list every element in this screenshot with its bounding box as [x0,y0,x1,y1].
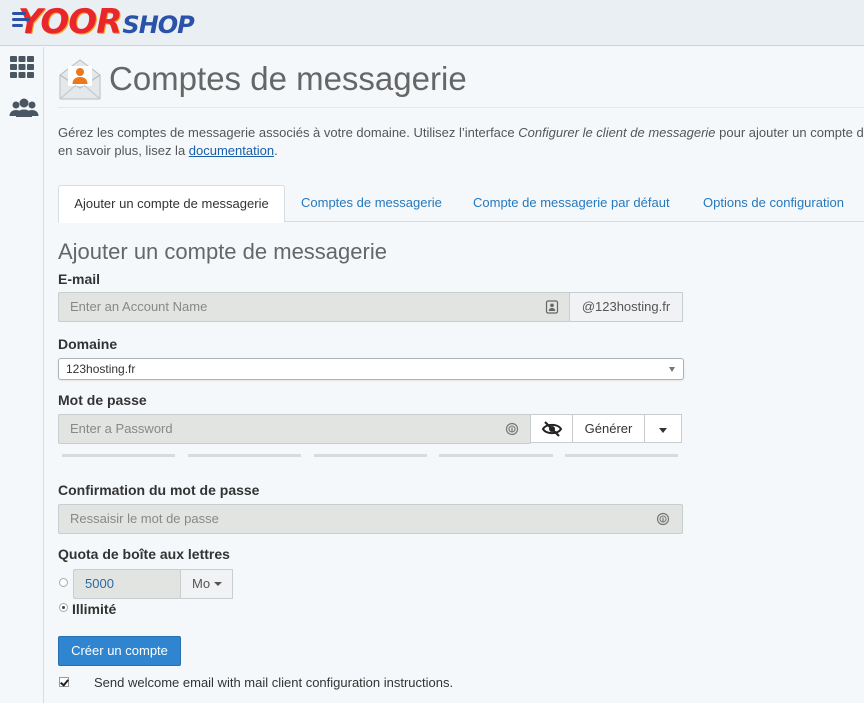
sidebar [0,47,44,703]
tab-add-email-account[interactable]: Ajouter un compte de messagerie [58,185,285,223]
chevron-down-icon [669,367,675,372]
quota-unlimited-radio[interactable] [59,603,68,612]
strength-segment [439,454,553,457]
documentation-link[interactable]: documentation [189,143,274,158]
domain-select[interactable]: 123hosting.fr [58,358,684,380]
welcome-email-label: Send welcome email with mail client conf… [94,675,454,690]
caret-down-icon [214,582,222,586]
eye-slash-icon [541,421,562,437]
email-input[interactable]: Enter an Account Name [58,292,570,322]
strength-segment [565,454,678,457]
tab-configuration-options[interactable]: Options de configuration [703,185,844,222]
intro-text: Gérez les comptes de messagerie associés… [58,125,519,140]
section-title: Ajouter un compte de messagerie [58,239,387,264]
caret-down-icon [659,428,667,433]
email-label: E-mail [58,271,101,287]
title-divider [58,107,864,108]
strength-segment [62,454,175,457]
create-account-button[interactable]: Créer un compte [58,636,181,666]
strength-segment [314,454,427,457]
envelope-user-icon [58,57,102,101]
page-title: Comptes de messagerie [109,60,467,97]
top-bar: YOOR SHOP [0,0,864,46]
tab-bar: Ajouter un compte de messagerie Comptes … [58,185,864,223]
logo-primary-text: YOOR [18,2,122,42]
logo-secondary-text: SHOP [122,11,194,39]
quota-unlimited-label: Illimité [72,601,117,617]
intro-text-end: pour ajouter un compte de [715,125,864,140]
grid-icon[interactable] [8,55,38,83]
strength-segment [188,454,301,457]
confirm-password-label: Confirmation du mot de passe [58,482,260,498]
domain-select-value: 123hosting.fr [66,362,136,376]
toggle-password-visibility-button[interactable] [530,414,573,443]
contact-card-icon [545,300,559,314]
password-input[interactable]: Enter a Password [58,414,531,444]
email-domain-suffix: @123hosting.fr [569,292,683,322]
users-icon[interactable] [8,97,39,125]
intro-text-second-line: en savoir plus, lisez la [58,143,189,158]
generate-options-dropdown[interactable] [644,414,682,443]
page-header: Comptes de messagerie [58,55,864,103]
tab-default-email-account[interactable]: Compte de messagerie par défaut [473,185,670,222]
generate-password-button[interactable]: Générer [572,414,645,443]
confirm-password-input[interactable]: Ressaisir le mot de passe [58,504,683,534]
page-description: Gérez les comptes de messagerie associés… [58,124,864,160]
quota-label: Quota de boîte aux lettres [58,546,230,562]
intro-emphasis: Configurer le client de messagerie [518,125,716,140]
fingerprint-icon [505,422,519,436]
yoorshop-logo[interactable]: YOOR SHOP [12,2,195,42]
speed-lines-icon [12,12,32,34]
quota-input[interactable]: 5000 [73,569,181,599]
fingerprint-icon [656,512,670,526]
welcome-email-checkbox[interactable] [59,677,69,687]
password-label: Mot de passe [58,392,147,408]
quota-unit-value: Mo [192,576,211,591]
quota-limited-radio[interactable] [59,578,68,587]
quota-unit-select[interactable]: Mo [180,569,233,599]
tab-email-accounts[interactable]: Comptes de messagerie [301,185,442,222]
intro-period: . [274,143,278,158]
domain-label: Domaine [58,336,118,352]
